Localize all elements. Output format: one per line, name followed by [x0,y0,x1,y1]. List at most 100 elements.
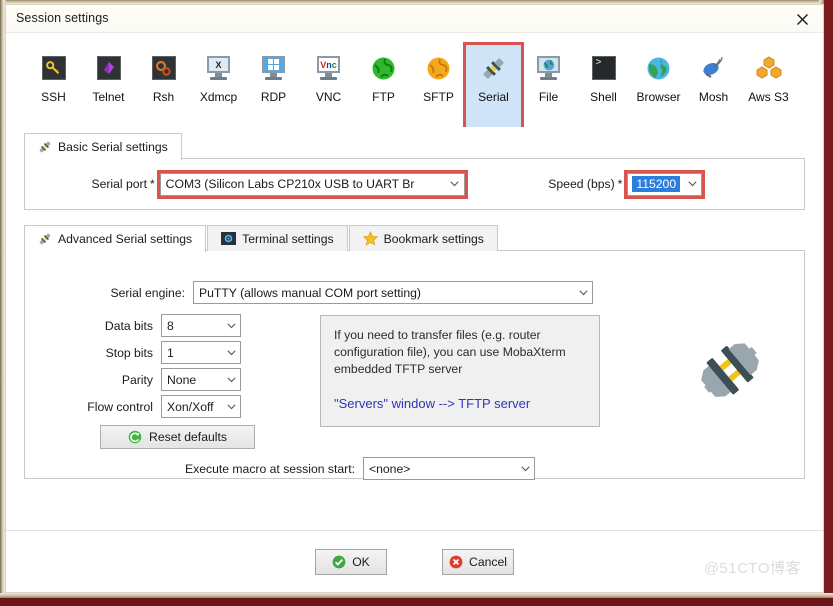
serial-plug-icon [479,53,509,83]
serial-engine-value: PuTTY (allows manual COM port setting) [199,285,421,300]
reset-circle-icon [128,430,142,444]
speed-combo[interactable]: 115200 [624,169,706,199]
tab-label: Advanced Serial settings [58,232,193,246]
tftp-info-box: If you need to transfer files (e.g. rout… [320,315,600,427]
tab-terminal-settings[interactable]: Terminal settings [207,225,348,251]
dialog-titlebar: Session settings [6,5,823,33]
chevron-down-icon [222,322,240,329]
reset-defaults-button[interactable]: Reset defaults [100,425,255,449]
session-type-rsh[interactable]: Rsh [136,45,191,104]
session-type-label: RDP [260,90,287,104]
speed-value: 115200 [632,176,681,192]
flow-control-combo[interactable]: Xon/Xoff [161,395,241,418]
stop-bits-label: Stop bits [105,345,153,360]
session-settings-dialog: Session settings SSH Telnet Rsh X Xdmcp … [5,4,824,593]
cancel-label: Cancel [469,554,507,569]
parity-row: Parity None [25,366,241,393]
tab-basic-serial-settings[interactable]: Basic Serial settings [24,133,182,160]
stop-bits-value: 1 [167,345,174,360]
serial-port-combo[interactable]: COM3 (Silicon Labs CP210x USB to UART Br [156,169,468,199]
session-type-aws-s3[interactable]: Aws S3 [741,45,796,104]
advanced-serial-panel: Advanced Serial settings Terminal settin… [24,225,805,480]
flow-control-row: Flow control Xon/Xoff [25,393,241,420]
session-type-ssh[interactable]: SSH [26,45,81,104]
serial-plug-icon [39,233,51,245]
session-type-label: File [538,90,559,104]
data-bits-row: Data bits 8 [25,312,241,339]
session-type-serial[interactable]: Serial [463,42,524,130]
session-type-label: Xdmcp [199,90,238,104]
session-type-rdp[interactable]: RDP [246,45,301,104]
serial-port-label: Serial port [91,177,147,191]
rsh-gears-icon [149,53,179,83]
flow-control-label: Flow control [87,399,153,414]
session-type-mosh[interactable]: Mosh [686,45,741,104]
tab-label: Bookmark settings [383,231,484,246]
session-type-ftp[interactable]: FTP [356,45,411,104]
session-type-label: Mosh [698,90,729,104]
chevron-down-icon [446,181,464,187]
outer-frame-bottom-edge [0,598,833,606]
outer-frame-right-edge [824,0,833,606]
session-type-browser[interactable]: Browser [631,45,686,104]
session-type-vnc[interactable]: Vnc VNC [301,45,356,104]
execute-macro-combo[interactable]: <none> [363,457,535,480]
serial-engine-label: Serial engine: [110,285,185,300]
data-bits-combo[interactable]: 8 [161,314,241,337]
cancel-button[interactable]: Cancel [442,548,514,575]
sftp-globe-icon [424,53,454,83]
session-type-telnet[interactable]: Telnet [81,45,136,104]
data-bits-label: Data bits [104,318,153,333]
ok-button[interactable]: OK [315,548,387,575]
execute-macro-value: <none> [369,461,411,476]
session-type-strip: SSH Telnet Rsh X Xdmcp RDP V n c VNC FTP… [6,33,823,130]
parity-value: None [167,372,197,387]
tab-label: Terminal settings [242,231,334,246]
session-type-file[interactable]: File [521,45,576,104]
dialog-title: Session settings [16,11,109,25]
screenshot-root: Session settings SSH Telnet Rsh X Xdmcp … [0,0,833,606]
session-type-label: Shell [590,90,617,104]
basic-panel-tabrow: Basic Serial settings [24,133,805,160]
advanced-panel-body: Serial engine: PuTTY (allows manual COM … [24,250,805,480]
cancel-circle-icon [449,555,463,569]
terminal-gear-icon [221,232,237,245]
chevron-down-icon [222,403,240,410]
session-type-xdmcp[interactable]: X Xdmcp [191,45,246,104]
stop-bits-combo[interactable]: 1 [161,341,241,364]
settings-content: Basic Serial settings Serial port * COM3… [6,127,823,530]
vnc-monitor-icon: Vnc [314,53,344,83]
session-type-label: Browser [636,90,681,104]
ssh-key-icon [39,53,69,83]
telnet-icon [94,53,124,83]
flow-control-value: Xon/Xoff [167,399,214,414]
session-type-label: FTP [372,90,395,104]
file-monitor-icon [534,53,564,83]
advanced-panel-tabrow: Advanced Serial settings Terminal settin… [24,225,805,252]
serial-port-required-marker: * [150,177,155,191]
data-bits-value: 8 [167,318,174,333]
chevron-down-icon [222,376,240,383]
aws-s3-icon [754,53,784,83]
serial-port-value: COM3 (Silicon Labs CP210x USB to UART Br [165,177,415,191]
session-type-label: Rsh [152,90,175,104]
session-type-label: SSH [41,90,66,104]
stop-bits-row: Stop bits 1 [25,339,241,366]
session-type-shell[interactable]: > Shell [576,45,631,104]
session-type-sftp[interactable]: SFTP [411,45,466,104]
mosh-dish-icon [699,53,729,83]
serial-parameter-rows: Data bits 8 Stop bits 1 Parity None Flow… [25,312,241,420]
execute-macro-label: Execute macro at session start: [184,461,355,476]
serial-plug-icon [39,141,51,153]
shell-prompt-icon: > [589,53,619,83]
chevron-down-icon [222,349,240,356]
session-type-label: Aws S3 [748,90,789,104]
tftp-info-text: If you need to transfer files (e.g. rout… [334,328,566,376]
serial-engine-combo[interactable]: PuTTY (allows manual COM port setting) [193,281,593,304]
session-type-label: Telnet [92,90,125,104]
parity-combo[interactable]: None [161,368,241,391]
close-button[interactable] [789,7,815,31]
tab-label: Basic Serial settings [58,140,168,154]
tab-advanced-serial-settings[interactable]: Advanced Serial settings [24,225,207,252]
tab-bookmark-settings[interactable]: Bookmark settings [348,225,498,251]
